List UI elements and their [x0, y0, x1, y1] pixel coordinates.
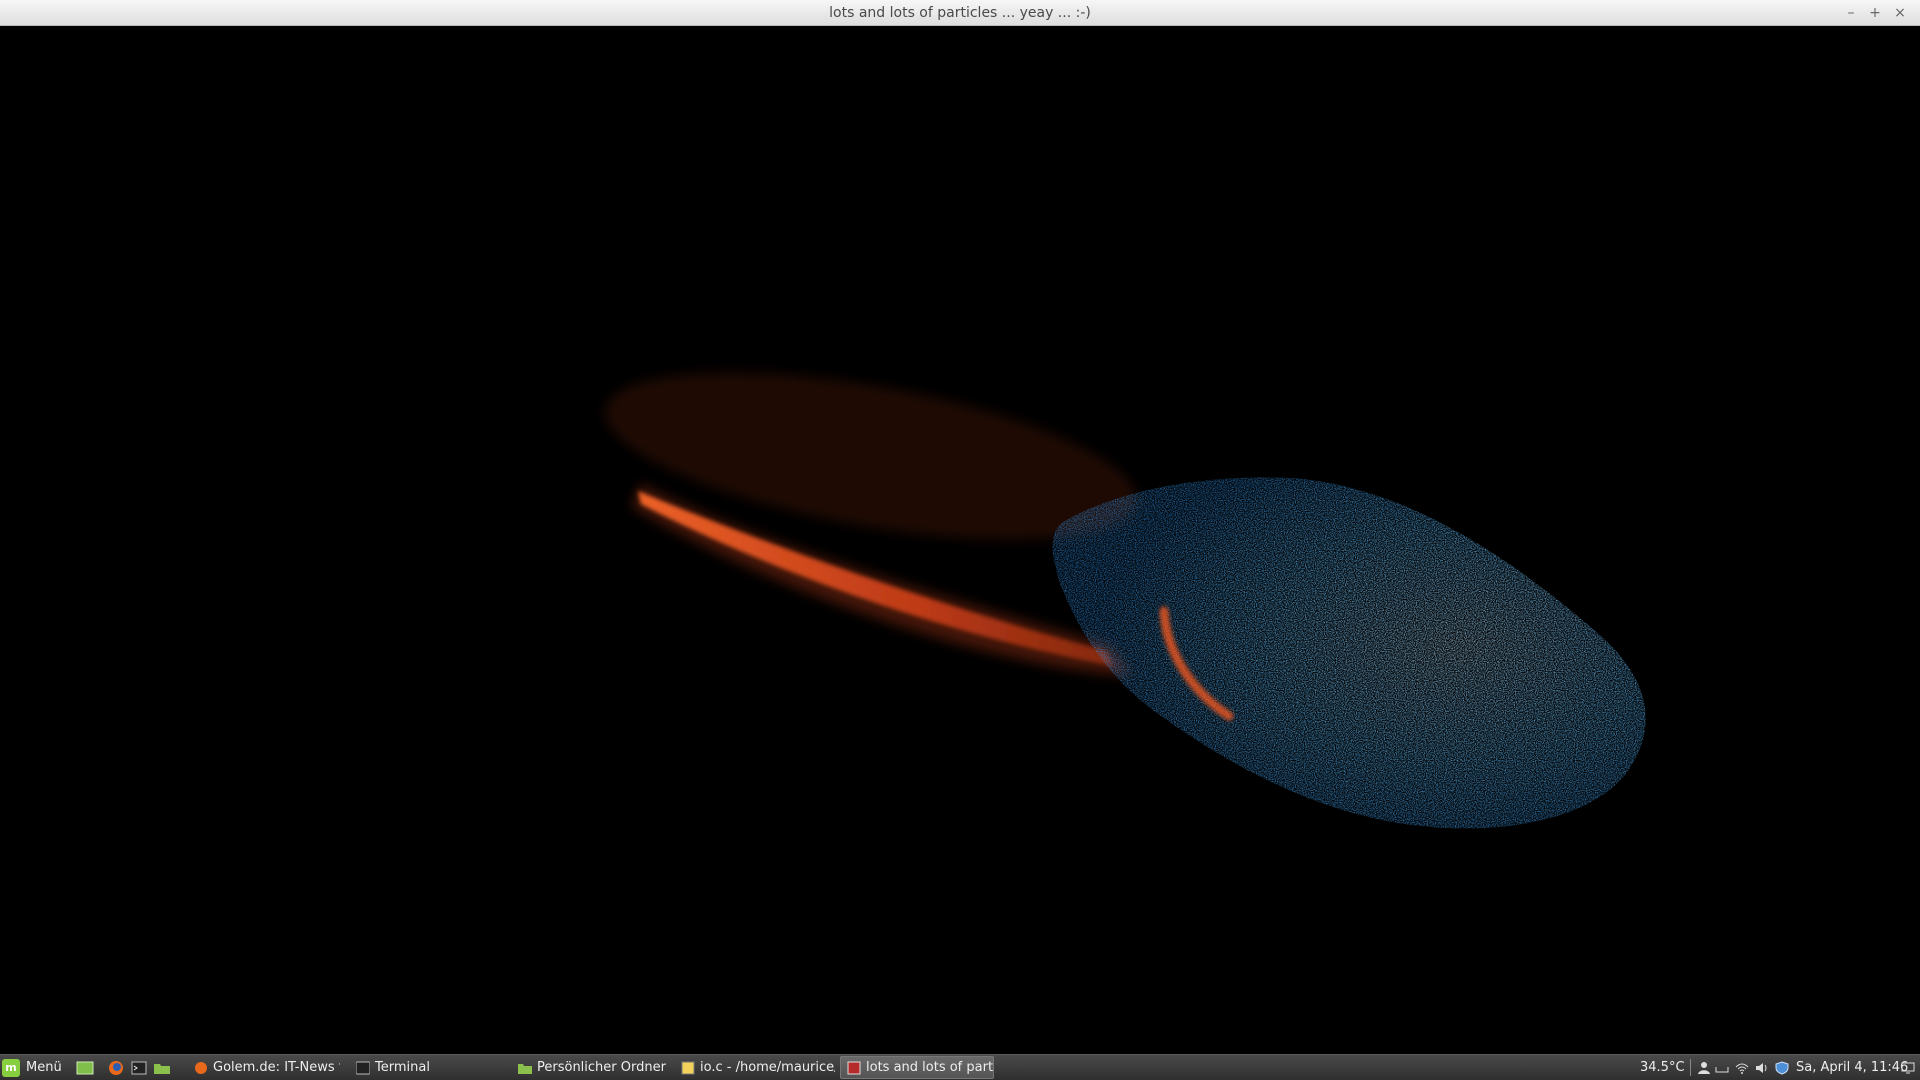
keyboard-glyph-icon: [1715, 1066, 1729, 1072]
temperature-applet[interactable]: 34.5°C: [1640, 1055, 1685, 1080]
folder-icon: [518, 1063, 532, 1074]
app-window: lots and lots of particles ... yeay ... …: [0, 0, 1920, 1054]
task-golem[interactable]: Golem.de: IT-News f...: [188, 1056, 340, 1079]
show-desktop-launcher[interactable]: [75, 1055, 95, 1080]
terminal-launcher[interactable]: [129, 1055, 149, 1080]
keyboard-icon[interactable]: [1714, 1055, 1730, 1080]
wifi-icon[interactable]: [1734, 1055, 1750, 1080]
volume-icon[interactable]: [1754, 1055, 1770, 1080]
particle-scene: [604, 372, 1646, 829]
task-terminal[interactable]: Terminal: [350, 1056, 505, 1079]
minimize-button[interactable]: –: [1841, 3, 1861, 23]
menu-label: Menü: [26, 1060, 62, 1075]
task-particles[interactable]: lots and lots of particl...: [840, 1056, 994, 1079]
close-button[interactable]: ×: [1890, 3, 1910, 23]
tray-divider: [1690, 1059, 1691, 1076]
menu-button[interactable]: m Menü: [2, 1055, 72, 1080]
taskbar: m Menü Golem.de: IT-News f... Terminal P…: [0, 1054, 1920, 1080]
firefox-launcher[interactable]: [106, 1055, 126, 1080]
task-editor[interactable]: io.c - /home/maurice/...: [675, 1056, 835, 1079]
task-label: io.c - /home/maurice/...: [700, 1060, 835, 1075]
window-titlebar[interactable]: lots and lots of particles ... yeay ... …: [0, 0, 1920, 26]
files-icon: [154, 1063, 170, 1074]
shield-glyph-icon: [1775, 1060, 1789, 1075]
files-launcher[interactable]: [152, 1055, 172, 1080]
terminal-icon: [131, 1061, 147, 1074]
firefox-icon: [195, 1061, 207, 1074]
window-title: lots and lots of particles ... yeay ... …: [829, 5, 1091, 21]
show-desktop-icon: [76, 1061, 94, 1074]
notifications-icon[interactable]: [1900, 1055, 1916, 1080]
task-label: lots and lots of particl...: [866, 1060, 994, 1075]
app-window-icon: [847, 1061, 861, 1074]
display-glyph-icon: [1901, 1062, 1915, 1073]
particle-sphere: [1052, 477, 1646, 829]
wifi-glyph-icon: [1735, 1063, 1749, 1074]
firefox-icon: [109, 1060, 123, 1075]
maximize-button[interactable]: +: [1865, 3, 1885, 23]
task-label: Persönlicher Ordner: [537, 1060, 666, 1075]
user-icon[interactable]: [1696, 1055, 1712, 1080]
editor-icon: [681, 1061, 695, 1074]
mint-logo-icon: m: [2, 1058, 20, 1077]
speaker-glyph-icon: [1756, 1062, 1767, 1073]
task-label: Golem.de: IT-News f...: [213, 1060, 340, 1075]
update-shield-icon[interactable]: [1774, 1055, 1790, 1080]
task-home-folder[interactable]: Persönlicher Ordner: [512, 1056, 667, 1079]
user-glyph-icon: [1698, 1061, 1710, 1074]
particle-canvas[interactable]: [1, 26, 1919, 1054]
clock[interactable]: Sa, April 4, 11:46: [1796, 1055, 1908, 1080]
terminal-icon: [356, 1061, 370, 1074]
task-label: Terminal: [375, 1060, 430, 1075]
